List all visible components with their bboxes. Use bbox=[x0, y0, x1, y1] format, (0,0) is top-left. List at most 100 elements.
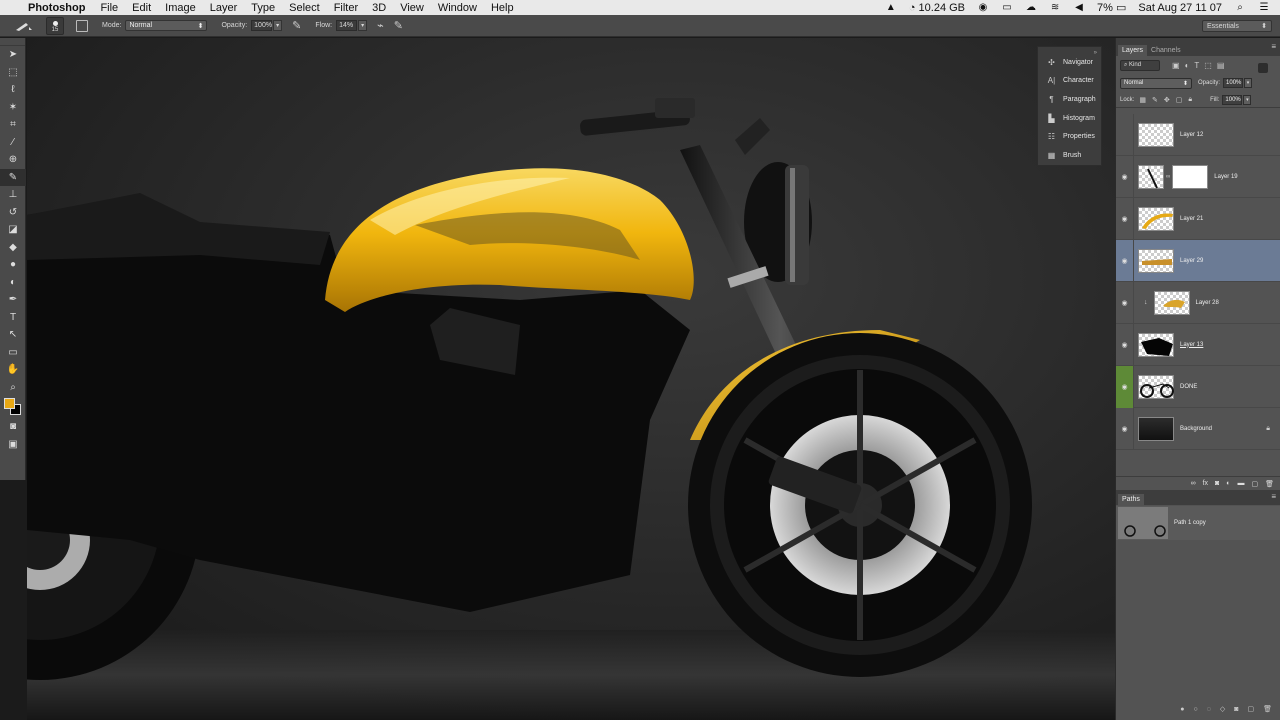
lock-image-icon[interactable]: ✎ bbox=[1152, 96, 1158, 104]
fill-slider-button[interactable]: ▾ bbox=[1243, 94, 1252, 105]
eye-icon[interactable]: ◉ bbox=[1116, 281, 1134, 324]
add-mask-icon[interactable]: ◙ bbox=[1215, 480, 1219, 487]
adjustment-layer-icon[interactable]: ◐ bbox=[1226, 480, 1230, 487]
fill-input[interactable]: 100% bbox=[1222, 94, 1243, 105]
opacity-slider-button[interactable]: ▾ bbox=[273, 20, 283, 31]
menu-image[interactable]: Image bbox=[165, 2, 196, 14]
lock-icon[interactable]: 🔒︎ bbox=[1266, 425, 1270, 433]
lock-all-icon[interactable]: 🔒︎ bbox=[1188, 96, 1192, 104]
layer-mask-thumbnail[interactable] bbox=[1172, 164, 1209, 189]
healing-brush-tool-icon[interactable]: ⊕ bbox=[0, 151, 26, 169]
eye-icon[interactable]: ◉ bbox=[1116, 407, 1134, 450]
mode-dropdown[interactable]: Normal ⬍ bbox=[125, 20, 208, 31]
menu-help[interactable]: Help bbox=[491, 2, 514, 14]
tab-paths[interactable]: Paths bbox=[1118, 494, 1144, 505]
document-canvas[interactable] bbox=[27, 38, 1115, 720]
crop-tool-icon[interactable]: ⌗ bbox=[0, 116, 26, 134]
screen-mode-icon[interactable]: ▣ bbox=[0, 436, 26, 454]
type-filter-icon[interactable]: T bbox=[1194, 61, 1199, 70]
tab-layers[interactable]: Layers bbox=[1118, 45, 1148, 56]
visibility-toggle[interactable] bbox=[1116, 113, 1134, 156]
rectangle-tool-icon[interactable]: ▭ bbox=[0, 344, 26, 362]
trash-icon[interactable]: 🗑︎ bbox=[1263, 705, 1272, 713]
menu-3d[interactable]: 3D bbox=[372, 2, 386, 14]
stroke-path-icon[interactable]: ○ bbox=[1193, 706, 1197, 713]
clock[interactable]: Sat Aug 27 11 07 bbox=[1138, 2, 1222, 14]
eye-icon[interactable]: ◉ bbox=[1116, 323, 1134, 366]
brush-size-picker[interactable]: 15 bbox=[46, 16, 64, 35]
marquee-tool-icon[interactable]: ⬚ bbox=[0, 64, 26, 82]
panel-grip[interactable] bbox=[0, 38, 25, 46]
brush-panel-toggle-button[interactable] bbox=[76, 19, 88, 32]
panel-character-button[interactable]: A| Character bbox=[1038, 72, 1101, 91]
workspace-dropdown[interactable]: Essentials ⬍ bbox=[1202, 20, 1272, 32]
adjustment-filter-icon[interactable]: ◐ bbox=[1185, 61, 1190, 70]
menu-view[interactable]: View bbox=[400, 2, 424, 14]
shape-filter-icon[interactable]: ⬚ bbox=[1204, 61, 1212, 70]
trash-icon[interactable]: 🗑︎ bbox=[1265, 480, 1274, 488]
menu-edit[interactable]: Edit bbox=[132, 2, 151, 14]
load-selection-icon[interactable]: ◌ bbox=[1207, 706, 1211, 713]
flow-slider-button[interactable]: ▾ bbox=[358, 20, 368, 31]
make-work-path-icon[interactable]: ◇ bbox=[1220, 705, 1225, 713]
menu-layer[interactable]: Layer bbox=[210, 2, 238, 14]
menu-window[interactable]: Window bbox=[438, 2, 477, 14]
layer-row[interactable]: ◉ Layer 29 bbox=[1116, 239, 1280, 282]
layer-row[interactable]: ◉ Layer 13 bbox=[1116, 323, 1280, 366]
pressure-size-icon[interactable]: ✎ bbox=[394, 19, 403, 32]
lock-artboard-icon[interactable]: ▢ bbox=[1176, 96, 1183, 104]
fx-icon[interactable]: fx bbox=[1203, 480, 1208, 487]
eye-icon[interactable]: ◉ bbox=[1116, 197, 1134, 240]
panel-menu-icon[interactable]: ≡ bbox=[1271, 492, 1276, 501]
layer-row[interactable]: ◉ Background 🔒︎ bbox=[1116, 407, 1280, 450]
layer-opacity-slider-button[interactable]: ▾ bbox=[1244, 78, 1253, 88]
history-brush-tool-icon[interactable]: ↺ bbox=[0, 204, 26, 222]
quick-mask-icon[interactable]: ◙ bbox=[0, 418, 26, 436]
add-mask-icon[interactable]: ◙ bbox=[1234, 706, 1238, 713]
layer-opacity-input[interactable]: 100% bbox=[1223, 78, 1244, 88]
dodge-tool-icon[interactable]: ◐ bbox=[0, 274, 26, 292]
filter-toggle-switch[interactable] bbox=[1258, 63, 1268, 73]
tab-channels[interactable]: Channels bbox=[1147, 45, 1185, 56]
magic-wand-tool-icon[interactable]: ✶ bbox=[0, 99, 26, 117]
kind-filter-dropdown[interactable]: ⌕ Kind bbox=[1120, 59, 1160, 71]
panel-histogram-button[interactable]: ▙ Histogram bbox=[1038, 109, 1101, 128]
layer-row[interactable]: ◉ DONE bbox=[1116, 365, 1280, 408]
airbrush-icon[interactable]: ⌁ bbox=[377, 19, 384, 32]
cloud-icon[interactable]: ☁ bbox=[1025, 2, 1037, 13]
new-group-icon[interactable]: ▬ bbox=[1237, 480, 1244, 487]
menu-type[interactable]: Type bbox=[251, 2, 275, 14]
zoom-tool-icon[interactable]: ⌕ bbox=[0, 379, 26, 397]
eye-icon[interactable]: ◉ bbox=[1116, 239, 1134, 282]
volume-icon[interactable]: ◀ bbox=[1073, 2, 1085, 13]
foreground-color-swatch[interactable] bbox=[4, 398, 15, 409]
menu-file[interactable]: File bbox=[100, 2, 118, 14]
link-layers-icon[interactable]: ∞ bbox=[1191, 480, 1196, 487]
dock-collapse-icon[interactable]: » bbox=[1094, 50, 1097, 56]
notification-center-icon[interactable]: ☰ bbox=[1258, 2, 1270, 13]
paint-bucket-tool-icon[interactable]: ◆ bbox=[0, 239, 26, 257]
app-menu[interactable]: Photoshop bbox=[28, 2, 85, 14]
lasso-tool-icon[interactable]: ℓ bbox=[0, 81, 26, 99]
menu-select[interactable]: Select bbox=[289, 2, 320, 14]
eyedropper-tool-icon[interactable]: ⁄ bbox=[0, 134, 26, 152]
opacity-input[interactable]: 100% bbox=[251, 20, 273, 31]
panel-brush-button[interactable]: ▦ Brush bbox=[1038, 146, 1101, 165]
memory-status[interactable]: ◔ 10.24 GB bbox=[909, 2, 965, 14]
hand-tool-icon[interactable]: ✋ bbox=[0, 361, 26, 379]
layer-row[interactable]: Layer 12 bbox=[1116, 113, 1280, 156]
pen-tool-icon[interactable]: ✒ bbox=[0, 291, 26, 309]
panel-properties-button[interactable]: ☷ Properties bbox=[1038, 127, 1101, 146]
panel-navigator-button[interactable]: ✣ Navigator bbox=[1038, 53, 1101, 72]
blur-tool-icon[interactable]: ● bbox=[0, 256, 26, 274]
alert-icon[interactable]: ▲ bbox=[885, 2, 897, 13]
eraser-tool-icon[interactable]: ◪ bbox=[0, 221, 26, 239]
pixel-filter-icon[interactable]: ▣ bbox=[1172, 61, 1180, 70]
new-path-icon[interactable]: ▢ bbox=[1247, 705, 1254, 713]
wifi-icon[interactable]: ≋ bbox=[1049, 2, 1061, 13]
layer-row[interactable]: ◉ ∞ Layer 19 bbox=[1116, 155, 1280, 198]
new-layer-icon[interactable]: ▢ bbox=[1251, 480, 1258, 488]
pressure-opacity-icon[interactable]: ✎ bbox=[292, 19, 301, 32]
layer-row[interactable]: ◉ Layer 21 bbox=[1116, 197, 1280, 240]
type-tool-icon[interactable]: T bbox=[0, 309, 26, 327]
